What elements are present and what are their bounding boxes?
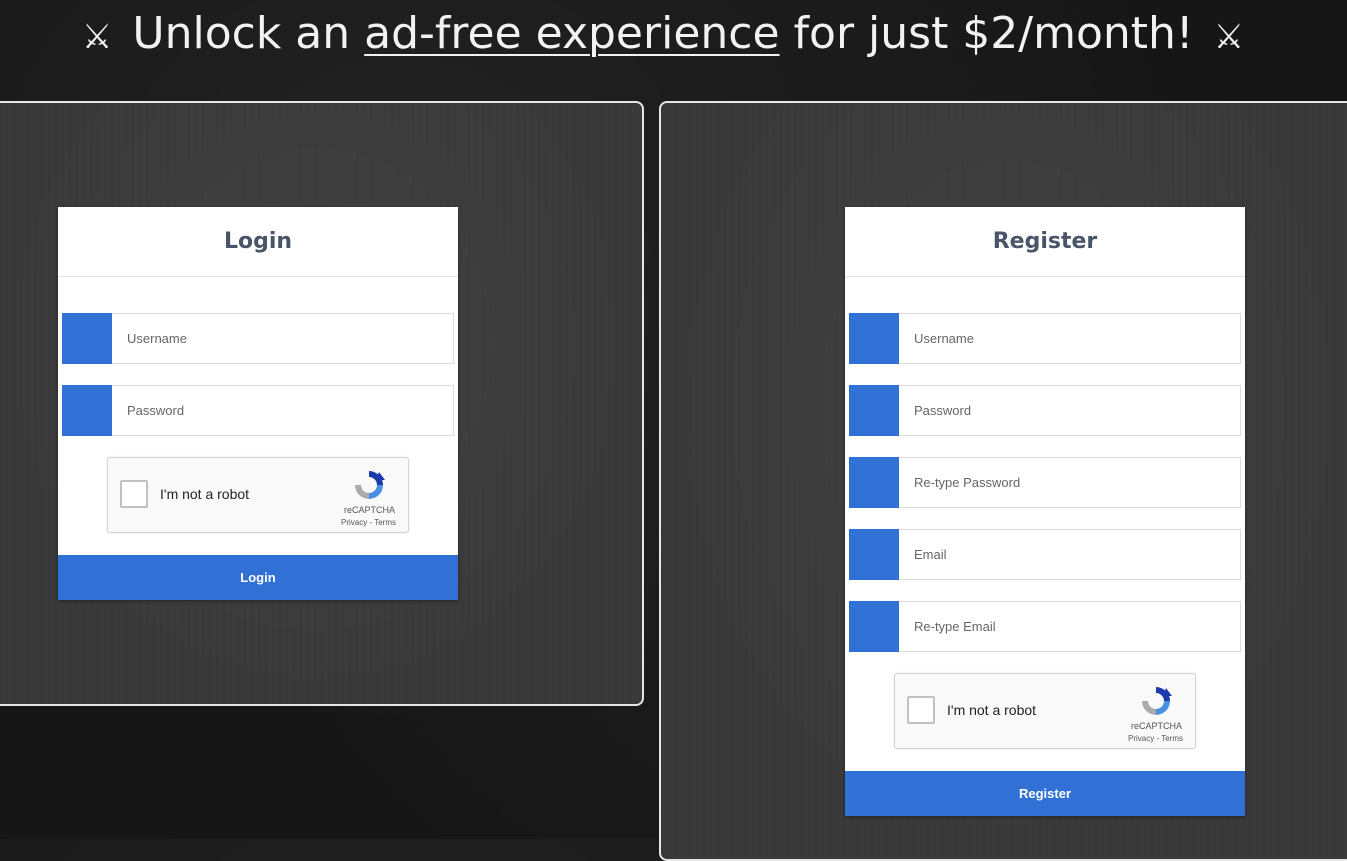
- username-field: [849, 313, 1241, 364]
- login-title: Login: [58, 207, 458, 277]
- recaptcha-terms-link[interactable]: Terms: [1161, 734, 1183, 743]
- retype-password-addon-icon: [849, 457, 899, 508]
- password-addon-icon: [62, 385, 112, 436]
- register-form: I'm not a robot reCAPTCHA Privacy - Term…: [845, 277, 1245, 816]
- username-addon-icon: [62, 313, 112, 364]
- email-input[interactable]: [899, 529, 1241, 580]
- promo-banner: ⚔ Unlock an ad-free experience for just …: [0, 0, 1326, 70]
- recaptcha-brand: reCAPTCHA: [1130, 721, 1182, 731]
- recaptcha-widget: I'm not a robot reCAPTCHA Privacy - Term…: [894, 673, 1196, 749]
- recaptcha-label: I'm not a robot: [160, 486, 250, 502]
- username-addon-icon: [849, 313, 899, 364]
- recaptcha-terms-link[interactable]: Terms: [374, 518, 396, 527]
- login-card: Login I'm not a robot reCAPTCHA Privacy …: [58, 207, 458, 600]
- retype-password-input[interactable]: [899, 457, 1241, 508]
- recaptcha-privacy-link[interactable]: Privacy: [341, 518, 367, 527]
- retype-email-input[interactable]: [899, 601, 1241, 652]
- retype-email-field: [849, 601, 1241, 652]
- recaptcha-checkbox[interactable]: [907, 696, 935, 724]
- crossed-swords-icon: ⚔: [1213, 17, 1245, 57]
- password-input[interactable]: [112, 385, 454, 436]
- recaptcha-checkbox[interactable]: [120, 480, 148, 508]
- recaptcha-privacy-link[interactable]: Privacy: [1128, 734, 1154, 743]
- recaptcha-separator: -: [1156, 734, 1160, 743]
- register-username-input[interactable]: [899, 313, 1241, 364]
- password-addon-icon: [849, 385, 899, 436]
- recaptcha-brand: reCAPTCHA: [343, 505, 395, 515]
- recaptcha-label: I'm not a robot: [947, 702, 1037, 718]
- register-button[interactable]: Register: [845, 771, 1245, 816]
- banner-suffix: for just $2/month!: [793, 8, 1194, 59]
- register-password-input[interactable]: [899, 385, 1241, 436]
- recaptcha-legal: Privacy - Terms: [1128, 734, 1183, 743]
- login-form: I'm not a robot reCAPTCHA Privacy - Term…: [58, 277, 458, 600]
- register-card: Register I'm not a robot: [845, 207, 1245, 816]
- crossed-swords-icon: ⚔: [81, 17, 113, 57]
- recaptcha-widget: I'm not a robot reCAPTCHA Privacy - Term…: [107, 457, 409, 533]
- retype-email-addon-icon: [849, 601, 899, 652]
- username-field: [62, 313, 454, 364]
- recaptcha-legal: Privacy - Terms: [341, 518, 396, 527]
- ad-free-link[interactable]: ad-free experience: [364, 8, 779, 59]
- login-button[interactable]: Login: [58, 555, 458, 600]
- email-field: [849, 529, 1241, 580]
- password-field: [849, 385, 1241, 436]
- register-title: Register: [845, 207, 1245, 277]
- password-field: [62, 385, 454, 436]
- retype-password-field: [849, 457, 1241, 508]
- email-addon-icon: [849, 529, 899, 580]
- username-input[interactable]: [112, 313, 454, 364]
- banner-prefix: Unlock an: [132, 8, 351, 59]
- recaptcha-logo-icon: [1142, 687, 1172, 715]
- recaptcha-logo-icon: [355, 471, 385, 499]
- recaptcha-separator: -: [369, 518, 373, 527]
